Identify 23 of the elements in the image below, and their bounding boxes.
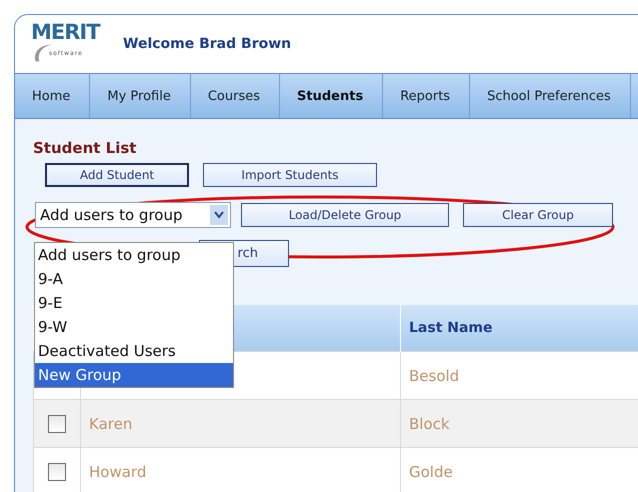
nav-tab[interactable]: Reports [383,74,470,118]
action-button[interactable]: Add Student [45,163,189,187]
nav-tab[interactable]: Home [15,74,90,118]
dropdown-option[interactable]: New Group [35,363,233,387]
nav-tab[interactable]: My Profile [90,74,191,118]
row-checkbox[interactable] [48,414,66,433]
load-delete-group-button[interactable]: Load/Delete Group [241,203,449,227]
action-button[interactable]: Import Students [203,163,377,187]
section-title: Student List [33,139,138,159]
group-select[interactable]: Add users to group [35,202,231,228]
column-header: Last Name [400,305,638,352]
welcome-text: Welcome Brad Brown [123,36,292,52]
nav-tab[interactable]: School Preferences [470,74,631,118]
dropdown-option[interactable]: 9-W [35,315,233,339]
nav-tab[interactable]: Courses [190,74,280,118]
caret-icon [210,205,228,225]
row-checkbox[interactable] [48,462,66,481]
dropdown-option[interactable]: 9-A [35,267,233,291]
dropdown-option[interactable]: 9-E [35,291,233,315]
clear-group-button[interactable]: Clear Group [463,203,613,227]
dropdown-option[interactable]: Deactivated Users [35,339,233,363]
nav-tab[interactable]: Students [280,74,384,118]
logo-name: MERIT [31,23,100,42]
